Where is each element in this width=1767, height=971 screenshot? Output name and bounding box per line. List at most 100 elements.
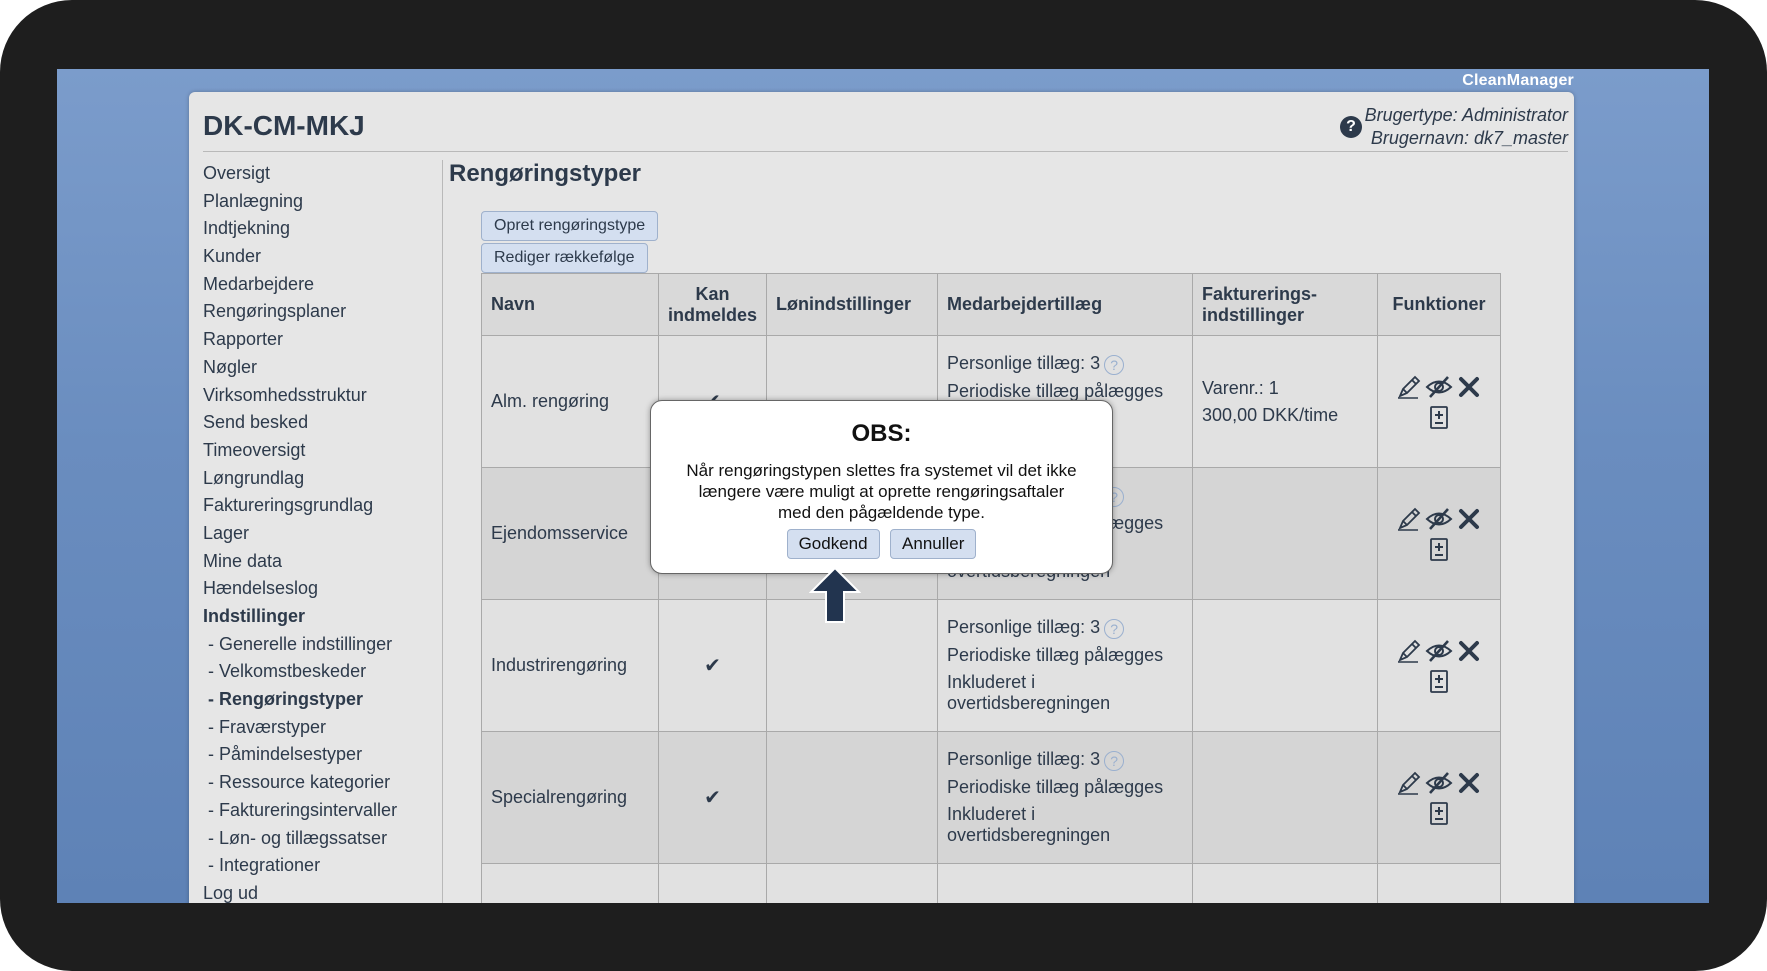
row-name-text: Specialrengøring <box>491 787 628 807</box>
sidebar-item-timeoversigt[interactable]: Timeoversigt <box>203 437 443 465</box>
column-header-billing-settings: Fakturerings-indstillinger <box>1192 273 1379 336</box>
eye-slash-icon[interactable] <box>1424 504 1454 534</box>
row-name <box>481 863 659 903</box>
sidebar-item-oversigt[interactable]: Oversigt <box>203 160 443 188</box>
sidebar-item-velkomstbeskeder[interactable]: - Velkomstbeskeder <box>203 658 443 686</box>
pencil-icon[interactable] <box>1394 372 1424 402</box>
sidebar-item-faktureringsintervaller[interactable]: - Faktureringsintervaller <box>203 797 443 825</box>
cleaning-types-table: Navn Kan indmeldes Lønindstillinger Medar… <box>481 273 1502 904</box>
sidebar-item-rengoringsplaner[interactable]: Rengøringsplaner <box>203 298 443 326</box>
app-screen: CleanManager DK-CM-MKJ ? Brugertype: Adm… <box>57 69 1709 903</box>
billing-settings-cell <box>1192 863 1379 903</box>
row-name-text: Alm. rengøring <box>491 391 610 411</box>
brand-label: CleanManager <box>1462 72 1574 89</box>
salary-settings-cell <box>766 731 939 864</box>
page-title: Rengøringstyper <box>449 160 642 187</box>
billing-settings-cell: Varenr.: 1 300,00 DKK/time <box>1192 335 1379 468</box>
add-document-icon[interactable] <box>1424 798 1454 828</box>
overtime-text: overtidsberegningen <box>947 824 1111 845</box>
user-info: Brugertype: Administrator Brugernavn: dk… <box>1365 104 1568 150</box>
billing-settings-cell <box>1192 467 1379 600</box>
sidebar-item-lon-og-tillaegssatser[interactable]: - Løn- og tillægssatser <box>203 825 443 853</box>
row-name: Ejendomsservice <box>481 467 659 600</box>
add-document-icon[interactable] <box>1424 402 1454 432</box>
periodic-supplements-text: Periodiske tillæg pålægges <box>947 644 1164 665</box>
included-text: Inkluderet i <box>947 671 1036 692</box>
arrow-up-icon <box>809 566 861 623</box>
sidebar-item-haendelseslog[interactable]: Hændelseslog <box>203 575 443 603</box>
sidebar-item-indstillinger[interactable]: Indstillinger <box>203 603 443 631</box>
billing-settings-cell <box>1192 599 1379 732</box>
header-divider <box>203 151 1568 152</box>
sidebar-divider <box>442 160 443 903</box>
column-header-name: Navn <box>481 273 659 336</box>
row-name: Industrirengøring <box>481 599 659 732</box>
pencil-icon[interactable] <box>1394 768 1424 798</box>
sidebar-item-indtjekning[interactable]: Indtjekning <box>203 215 443 243</box>
sidebar-item-fravaerstyper[interactable]: - Fraværstyper <box>203 714 443 742</box>
billing-settings-cell <box>1192 731 1379 864</box>
row-name: Specialrengøring <box>481 731 659 864</box>
add-document-icon[interactable] <box>1424 534 1454 564</box>
sidebar-item-rapporter[interactable]: Rapporter <box>203 326 443 354</box>
confirm-dialog: OBS: Når rengøringstypen slettes fra sys… <box>650 400 1113 574</box>
help-icon[interactable]: ? <box>1104 354 1125 375</box>
close-icon[interactable] <box>1454 504 1484 534</box>
user-name: Brugernavn: dk7_master <box>1370 128 1568 148</box>
sidebar-item-kunder[interactable]: Kunder <box>203 243 443 271</box>
can-register-cell: ✔ <box>657 599 768 732</box>
sidebar-item-rengoringstyper[interactable]: - Rengøringstyper <box>203 686 443 714</box>
included-text: Inkluderet i <box>947 803 1036 824</box>
sidebar-item-medarbejdere[interactable]: Medarbejdere <box>203 271 443 299</box>
column-header-employee-supplements: Medarbejdertillæg <box>937 273 1194 336</box>
close-icon[interactable] <box>1454 900 1484 904</box>
personal-supplements-text: Personlige tillæg: 3 <box>947 353 1101 374</box>
table-row: Specialrengøring ✔ Personlige tillæg: 3? Pe… <box>481 731 1502 864</box>
close-icon[interactable] <box>1454 636 1484 666</box>
confirm-button[interactable]: Godkend <box>786 529 880 559</box>
rate-text: 300,00 DKK/time <box>1202 404 1339 425</box>
table-row: Industrirengøring ✔ Personlige tillæg: 3? P… <box>481 599 1502 732</box>
sidebar-item-pamindelsestyper[interactable]: - Påmindelsestyper <box>203 741 443 769</box>
sidebar-item-send-besked[interactable]: Send besked <box>203 409 443 437</box>
pencil-icon[interactable] <box>1394 504 1424 534</box>
eye-slash-icon[interactable] <box>1424 372 1454 402</box>
sidebar-item-planlaegning[interactable]: Planlægning <box>203 188 443 216</box>
add-document-icon[interactable] <box>1424 666 1454 696</box>
dialog-title: OBS: <box>851 420 912 447</box>
eye-slash-icon[interactable] <box>1424 636 1454 666</box>
help-icon[interactable]: ? <box>1104 750 1125 771</box>
eye-slash-icon[interactable] <box>1424 900 1454 904</box>
close-icon[interactable] <box>1454 768 1484 798</box>
periodic-supplements-text: Periodiske tillæg pålægges <box>947 776 1164 797</box>
site-title: DK-CM-MKJ <box>203 110 365 141</box>
edit-order-button[interactable]: Rediger rækkefølge <box>481 243 648 273</box>
item-number-text: Varenr.: 1 <box>1202 377 1279 398</box>
sidebar-item-generelle-indstillinger[interactable]: - Generelle indstillinger <box>203 631 443 659</box>
pencil-icon[interactable] <box>1394 636 1424 666</box>
pencil-icon[interactable] <box>1394 900 1424 904</box>
dialog-message: Når rengøringstypen slettes fra systemet… <box>686 461 1077 522</box>
employee-supplements-cell: Personlige tillæg: 3? Periodiske tillæg p… <box>937 599 1194 732</box>
personal-supplements-text: Personlige tillæg: 3 <box>947 749 1101 770</box>
sidebar-item-faktureringsgrundlag[interactable]: Faktureringsgrundlag <box>203 492 443 520</box>
sidebar-item-ressource-kategorier[interactable]: - Ressource kategorier <box>203 769 443 797</box>
sidebar-item-longrundlag[interactable]: Løngrundlag <box>203 465 443 493</box>
sidebar-item-mine-data[interactable]: Mine data <box>203 548 443 576</box>
cancel-button[interactable]: Annuller <box>890 529 977 559</box>
row-name: Alm. rengøring <box>481 335 659 468</box>
help-icon[interactable]: ? <box>1104 618 1125 639</box>
employee-supplements-cell: Personlige tillæg: 3? Periodiske tillæg p… <box>937 731 1194 864</box>
sidebar-item-log-ud[interactable]: Log ud <box>203 880 443 903</box>
sidebar-item-lager[interactable]: Lager <box>203 520 443 548</box>
user-type: Brugertype: Administrator <box>1364 105 1568 125</box>
close-icon[interactable] <box>1454 372 1484 402</box>
create-cleaning-type-button[interactable]: Opret rengøringstype <box>481 211 659 241</box>
functions-cell <box>1377 731 1502 864</box>
question-circle-icon[interactable]: ? <box>1340 116 1362 138</box>
sidebar-item-integrationer[interactable]: - Integrationer <box>203 852 443 880</box>
column-header-can-register: Kan indmeldes <box>657 273 768 336</box>
sidebar-item-nogler[interactable]: Nøgler <box>203 354 443 382</box>
eye-slash-icon[interactable] <box>1424 768 1454 798</box>
sidebar-item-virksomhedsstruktur[interactable]: Virksomhedsstruktur <box>203 382 443 410</box>
